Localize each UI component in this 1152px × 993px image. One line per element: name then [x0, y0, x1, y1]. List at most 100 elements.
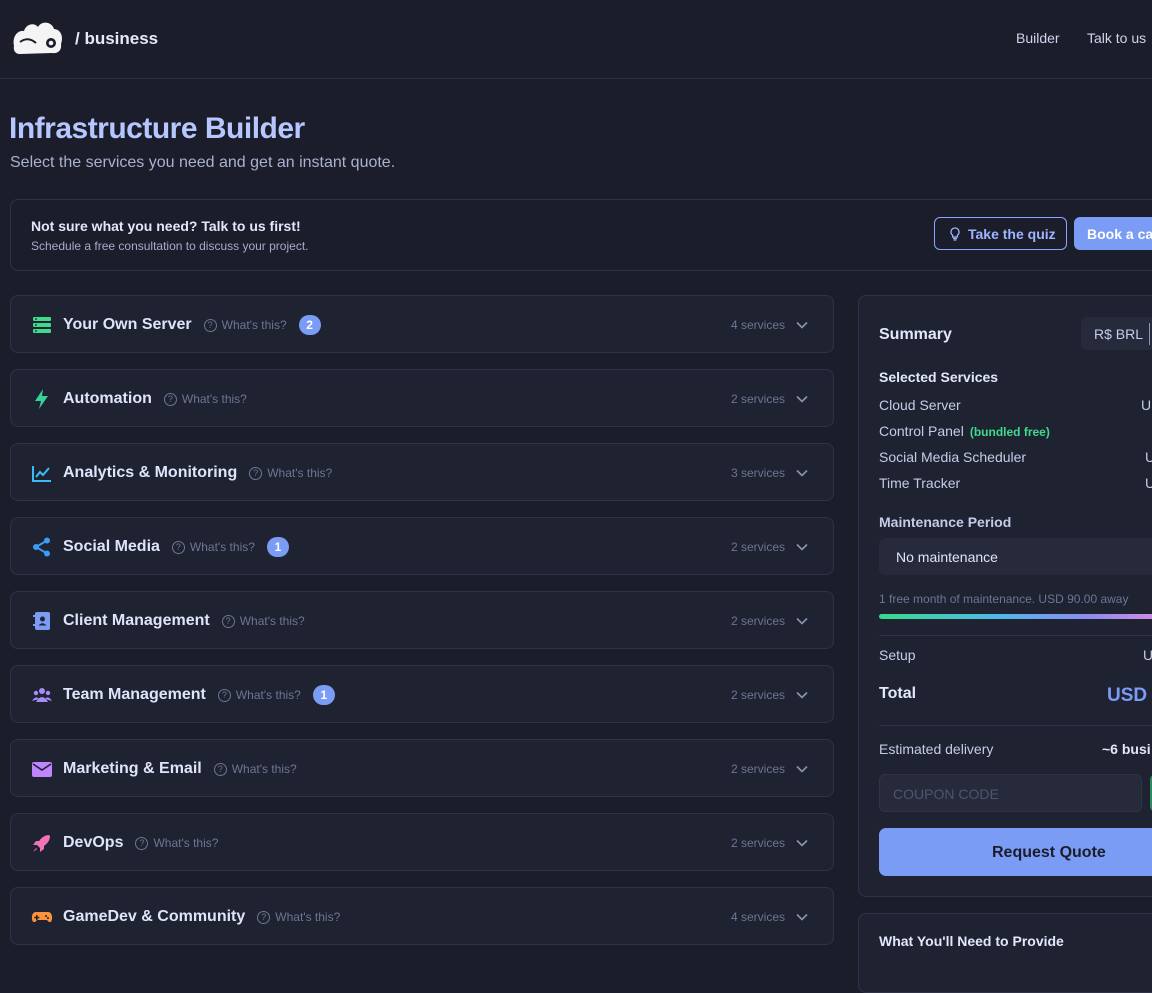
top-bar: / business Builder Talk to us	[0, 0, 1152, 79]
book-call-button[interactable]: Book a call	[1074, 217, 1152, 250]
category-row-gamedev-community[interactable]: GameDev & Community? What's this? 4 servic…	[10, 887, 834, 945]
provide-title: What You'll Need to Provide	[879, 933, 1064, 949]
chart-line-icon	[32, 466, 51, 482]
provide-panel: What You'll Need to Provide	[858, 913, 1152, 993]
whats-this-label: What's this?	[221, 318, 287, 332]
service-count: 2 services	[730, 836, 785, 850]
summary-item-name: Cloud Server	[879, 397, 961, 413]
request-quote-button[interactable]: Request Quote	[879, 828, 1152, 876]
service-count: 4 services	[730, 910, 785, 924]
whats-this-link[interactable]: ? What's this?	[257, 910, 340, 924]
nav-talk-link[interactable]: Talk to us	[1087, 30, 1146, 46]
help-icon: ?	[171, 540, 185, 554]
divider	[879, 725, 1152, 726]
bundled-free-note: (bundled free)	[969, 425, 1050, 439]
whats-this-label: What's this?	[267, 466, 333, 480]
whats-this-link[interactable]: ? What's this?	[171, 540, 255, 554]
chevron-down-icon[interactable]	[795, 836, 809, 850]
logo-icon[interactable]	[10, 16, 64, 58]
category-row-marketing-email[interactable]: Marketing & Email? What's this? 2 services	[10, 739, 834, 797]
category-name: Team Management	[63, 686, 206, 703]
chevron-down-icon[interactable]	[795, 688, 809, 702]
maintenance-note: 1 free month of maintenance. USD 90.00 a…	[879, 592, 1129, 606]
gamepad-icon	[31, 912, 53, 923]
service-count: 3 services	[730, 466, 785, 480]
users-icon	[32, 688, 52, 702]
summary-panel: Summary R$ BRL Selected Services Cloud S…	[858, 295, 1152, 897]
service-count: 2 services	[730, 614, 785, 628]
selected-count-badge: 2	[298, 315, 321, 335]
lightning-icon	[35, 389, 48, 409]
service-count: 2 services	[730, 688, 785, 702]
category-name: Social Media	[63, 538, 160, 555]
category-row-client-management[interactable]: Client Management ? What's this? 2 services	[10, 591, 834, 649]
help-icon: ?	[257, 910, 271, 924]
summary-item: Cloud Server US	[879, 397, 1152, 413]
help-icon: ?	[163, 392, 177, 406]
nav-builder-link[interactable]: Builder	[1016, 30, 1060, 46]
whats-this-label: What's this?	[153, 836, 219, 850]
summary-item-value: U	[1145, 475, 1152, 491]
chevron-down-icon[interactable]	[795, 910, 809, 924]
coupon-input[interactable]: COUPON CODE	[879, 774, 1142, 812]
take-quiz-button[interactable]: Take the quiz	[934, 217, 1067, 250]
help-icon: ?	[203, 318, 217, 332]
currency-toggle[interactable]: R$ BRL	[1081, 317, 1152, 350]
whats-this-link[interactable]: ? What's this?	[135, 836, 218, 850]
help-icon: ?	[135, 836, 149, 850]
whats-this-link[interactable]: ? What's this?	[203, 318, 287, 332]
whats-this-label: What's this?	[275, 910, 341, 924]
banner-subtitle: Schedule a free consultation to discuss …	[31, 239, 309, 253]
setup-row: Setup U	[879, 647, 1152, 663]
summary-item: Time Tracker U	[879, 475, 1152, 491]
summary-item-name: Social Media Scheduler	[879, 449, 1027, 465]
summary-item: Control Panel (bundled free)	[879, 423, 1050, 439]
category-row-social-media[interactable]: Social Media? What's this? 1 2 services	[10, 517, 834, 575]
category-row-team-management[interactable]: Team Management ? What's this? 1 2 services	[10, 665, 834, 723]
selected-count-badge: 1	[312, 685, 335, 705]
summary-item-value: US	[1141, 397, 1152, 413]
category-name: Client Management	[63, 612, 210, 629]
whats-this-link[interactable]: ? What's this?	[213, 762, 297, 776]
category-row-automation[interactable]: Automation? What's this? 2 services	[10, 369, 834, 427]
category-row-analytics-monitoring[interactable]: Analytics & Monitoring? What's this? 3 ser…	[10, 443, 834, 501]
chevron-down-icon[interactable]	[795, 392, 809, 406]
whats-this-link[interactable]: ? What's this?	[221, 614, 305, 628]
whats-this-link[interactable]: ? What's this?	[163, 392, 247, 406]
whats-this-label: What's this?	[181, 392, 247, 406]
whats-this-link[interactable]: ? What's this?	[217, 688, 301, 702]
maintenance-select[interactable]: No maintenance	[879, 538, 1152, 575]
chevron-down-icon[interactable]	[795, 318, 809, 332]
service-count: 2 services	[730, 540, 785, 554]
whats-this-link[interactable]: ? What's this?	[249, 466, 332, 480]
category-name: Your Own Server	[63, 316, 192, 333]
summary-item-value: U	[1145, 449, 1152, 465]
share-icon	[33, 537, 50, 557]
brand-label[interactable]: / business	[75, 29, 158, 49]
take-quiz-label: Take the quiz	[968, 225, 1056, 242]
service-count: 2 services	[730, 762, 785, 776]
chevron-down-icon[interactable]	[795, 466, 809, 480]
help-icon: ?	[213, 762, 227, 776]
delivery-label: Estimated delivery	[879, 741, 994, 757]
help-icon: ?	[249, 466, 263, 480]
rocket-icon	[33, 835, 50, 852]
service-count: 2 services	[730, 392, 785, 406]
chevron-down-icon[interactable]	[795, 762, 809, 776]
contact-book-icon	[33, 612, 50, 630]
chevron-down-icon[interactable]	[795, 614, 809, 628]
divider	[879, 635, 1152, 636]
category-row-devops[interactable]: DevOps? What's this? 2 services	[10, 813, 834, 871]
lightbulb-icon	[950, 226, 960, 241]
page-title: Infrastructure Builder	[9, 112, 305, 145]
setup-value: U	[1143, 647, 1152, 663]
total-label: Total	[879, 685, 917, 702]
help-icon: ?	[221, 614, 235, 628]
category-name: Automation	[63, 390, 152, 407]
banner-title: Not sure what you need? Talk to us first…	[31, 218, 301, 234]
maintenance-progress-bar	[879, 614, 1152, 619]
setup-label: Setup	[879, 647, 916, 663]
category-row-your-own-server[interactable]: Your Own Server? What's this? 2 4 services	[10, 295, 834, 353]
total-value: USD	[1107, 685, 1148, 706]
chevron-down-icon[interactable]	[795, 540, 809, 554]
